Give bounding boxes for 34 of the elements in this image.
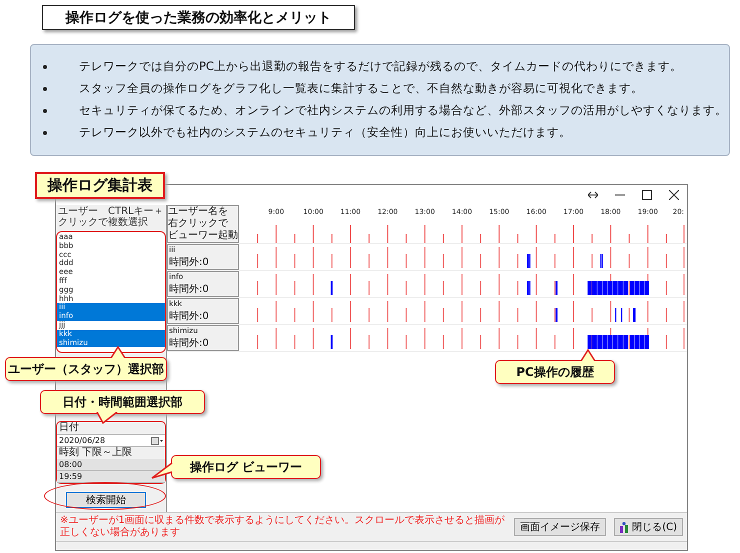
search-button[interactable]: 検索開始 bbox=[66, 492, 146, 508]
benefit-text: スタッフ全員の操作ログをグラフ化し一覧表に集計することで、不自然な動きが容易に可視化できます。 bbox=[79, 80, 643, 97]
overtime-count: 時間外:0 bbox=[169, 257, 210, 269]
header-text: ビューワー起動 bbox=[168, 230, 238, 242]
slide-heading: 操作ログを使った業務の効率化とメリット bbox=[42, 5, 355, 30]
bullet-icon bbox=[43, 130, 47, 134]
user-list-header: ユーザー CTRLキー＋クリックで複数選択 bbox=[57, 205, 165, 229]
time-field[interactable]: 19:59 bbox=[57, 471, 165, 483]
benefit-text: セキュリティが保てるため、オンラインで社内システムの利用する場合など、外部スタッフの活用がしやすくなります。 bbox=[79, 102, 727, 119]
time-label: 時刻 下限～上限 bbox=[58, 447, 134, 459]
resize-arrows-icon[interactable] bbox=[588, 191, 598, 199]
overtime-count: 時間外:0 bbox=[169, 338, 210, 350]
save-image-button[interactable]: 画面イメージ保存 bbox=[514, 518, 606, 536]
date-label: 日付 bbox=[58, 422, 80, 434]
callout-tail bbox=[580, 349, 596, 361]
benefit-text: テレワークでは自分のPC上から出退勤の報告をするだけで記録が残るので、タイムカードの代わりにできます。 bbox=[79, 58, 682, 75]
bullet-icon bbox=[43, 64, 47, 68]
callout-tail bbox=[110, 346, 126, 358]
calendar-icon[interactable] bbox=[151, 436, 163, 444]
callout-label: 操作ログ集計表 bbox=[35, 172, 165, 199]
time-field[interactable]: 08:00 bbox=[57, 459, 165, 471]
close-icon[interactable] bbox=[669, 190, 679, 200]
header-text: 右クリックで bbox=[168, 218, 229, 230]
bullet-icon bbox=[43, 86, 47, 90]
overtime-count: 時間外:0 bbox=[169, 311, 210, 323]
close-button[interactable]: 閉じる(C) bbox=[614, 518, 683, 536]
notice-text: ※ユーザーが1画面に収まる件数で表示するようにしてください。スクロールで表示させると描画が正しくない場合があります bbox=[60, 515, 506, 539]
maximize-icon[interactable] bbox=[642, 190, 652, 200]
date-field[interactable]: 2020/06/28 bbox=[57, 434, 165, 447]
exit-icon bbox=[620, 522, 630, 532]
header-text: ユーザー名を bbox=[168, 206, 229, 218]
bullet-icon bbox=[43, 108, 47, 112]
benefit-text: テレワーク以外でも社内のシステムのセキュリティ（安全性）向上にお使いいただけます。 bbox=[79, 124, 571, 141]
overtime-count: 時間外:0 bbox=[169, 284, 210, 296]
